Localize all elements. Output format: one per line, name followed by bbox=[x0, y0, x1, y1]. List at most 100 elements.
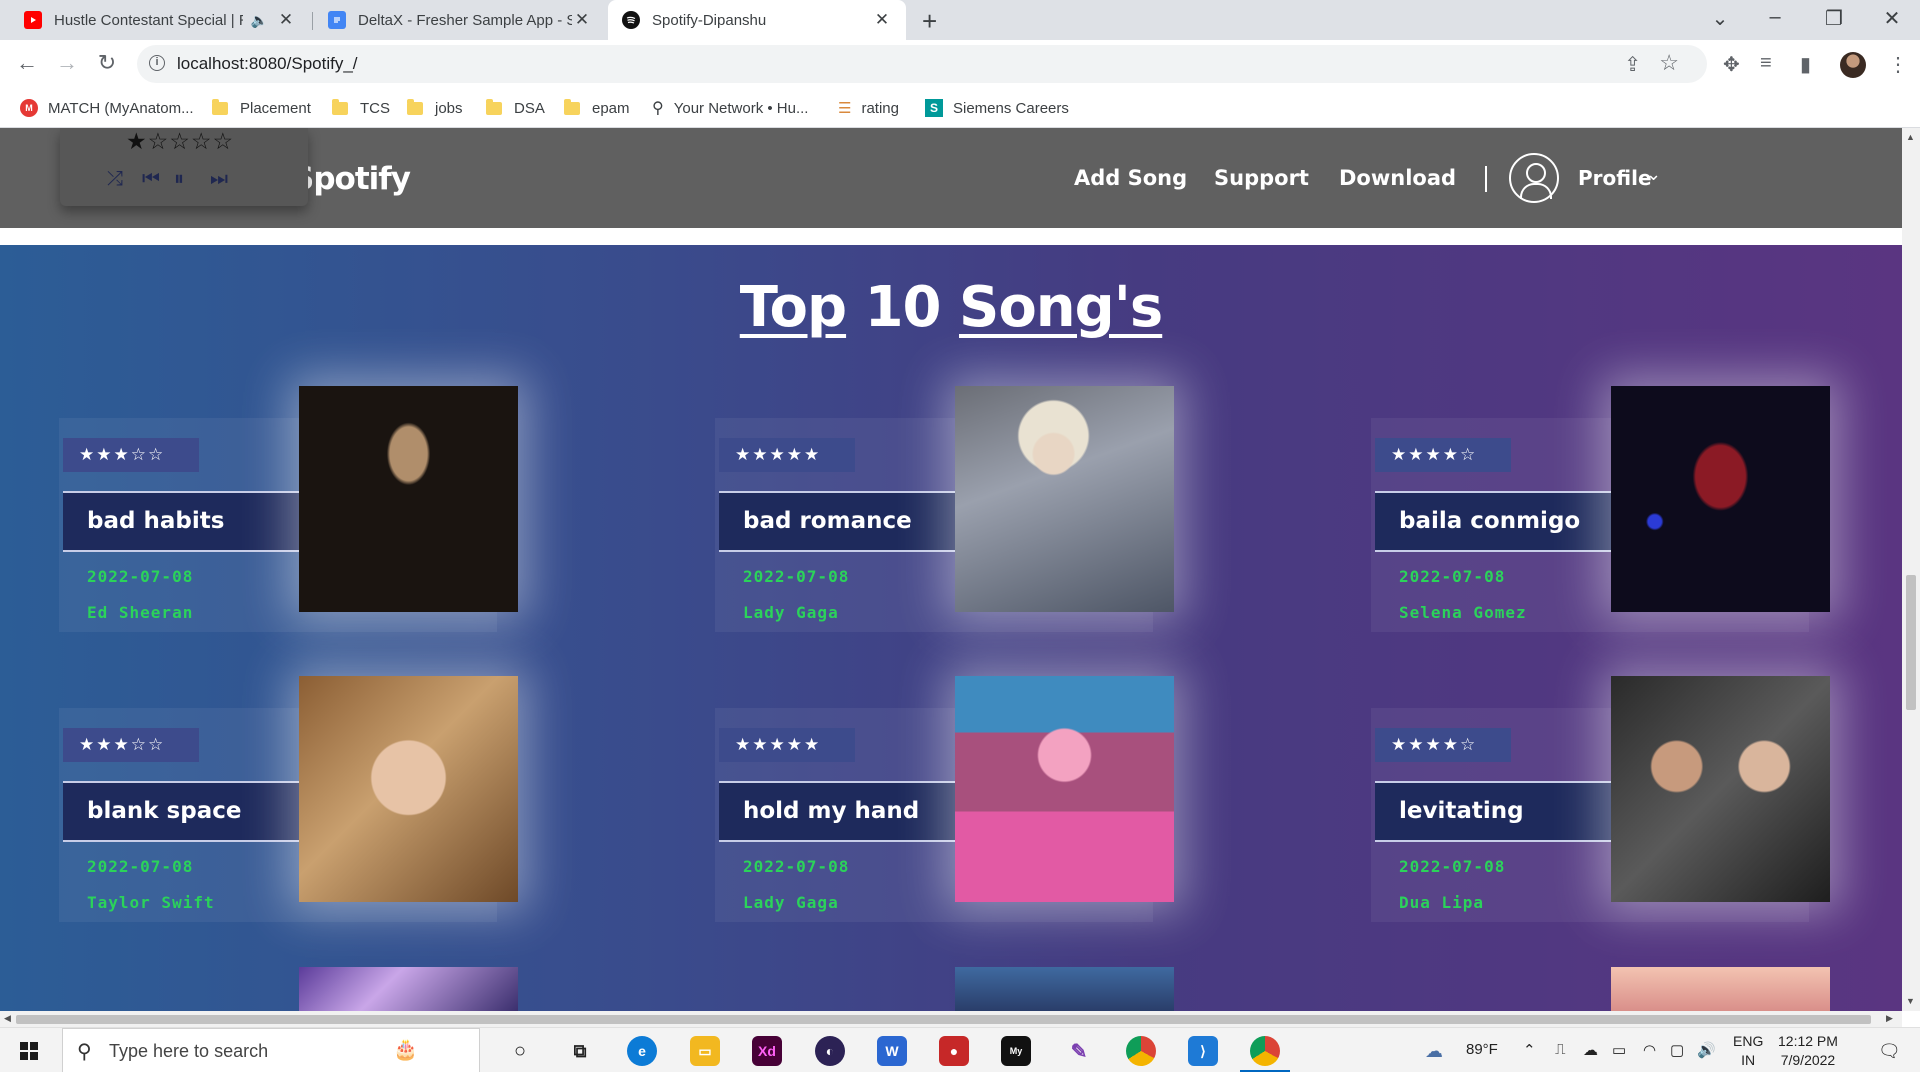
tab-search-chevron-icon[interactable]: ⌄ bbox=[1700, 6, 1740, 31]
pause-icon[interactable]: ⏸ bbox=[174, 168, 184, 191]
song-title[interactable]: bad habits bbox=[63, 491, 313, 552]
browser-account-avatar[interactable] bbox=[1840, 52, 1866, 78]
song-artist: Lady Gaga bbox=[743, 603, 839, 622]
song-card[interactable]: ★★★★★ hold my hand 2022-07-08 Lady Gaga bbox=[715, 676, 1175, 936]
vscode-icon[interactable]: ⟩ bbox=[1188, 1036, 1218, 1066]
close-icon[interactable]: ✕ bbox=[872, 10, 892, 30]
bookmark-dsa[interactable]: DSA bbox=[486, 98, 545, 118]
search-placeholder[interactable]: Type here to search bbox=[109, 1041, 268, 1062]
language-indicator[interactable]: ENG IN bbox=[1733, 1032, 1763, 1070]
minimize-button[interactable]: – bbox=[1755, 6, 1795, 29]
weather-icon[interactable]: ☁ bbox=[1425, 1041, 1443, 1062]
song-title[interactable]: levitating bbox=[1375, 781, 1625, 842]
extensions-icon[interactable]: ✥ bbox=[1723, 52, 1740, 77]
eclipse-icon[interactable]: ◐ bbox=[815, 1036, 845, 1066]
meet-icon[interactable]: ⎍ bbox=[1555, 1041, 1566, 1058]
scroll-down-icon[interactable]: ▼ bbox=[1906, 996, 1915, 1006]
nav-profile[interactable]: Profile bbox=[1578, 166, 1652, 190]
shuffle-icon[interactable]: ⤮ bbox=[107, 168, 123, 191]
vertical-scrollbar[interactable]: ▲ ▼ bbox=[1902, 128, 1920, 1011]
restore-button[interactable]: ❐ bbox=[1814, 6, 1854, 31]
word-pad-icon[interactable]: W bbox=[877, 1036, 907, 1066]
bookmark-match[interactable]: M MATCH (MyAnatom... bbox=[20, 98, 194, 118]
screen-recorder-icon[interactable]: ● bbox=[939, 1036, 969, 1066]
bookmark-star-icon[interactable]: ☆ bbox=[1659, 50, 1679, 76]
song-title[interactable]: bad romance bbox=[719, 491, 969, 552]
menu-kebab-icon[interactable]: ⋮ bbox=[1888, 52, 1908, 77]
bookmark-rating[interactable]: ☰ rating bbox=[838, 98, 899, 118]
task-view-icon[interactable]: ⧉ bbox=[565, 1036, 595, 1066]
share-icon[interactable]: ⇪ bbox=[1624, 52, 1641, 77]
previous-icon[interactable]: ⏮ bbox=[142, 168, 160, 191]
battery-icon[interactable]: ▭ bbox=[1612, 1041, 1626, 1059]
scroll-up-icon[interactable]: ▲ bbox=[1906, 132, 1915, 142]
song-rating[interactable]: ★★★☆☆ bbox=[63, 728, 199, 762]
taskbar-search[interactable]: ⚲ Type here to search 🎂 bbox=[62, 1028, 480, 1072]
player-rating[interactable]: ★☆☆☆☆ bbox=[126, 128, 234, 155]
close-window-button[interactable]: ✕ bbox=[1872, 6, 1912, 31]
site-info-icon[interactable]: i bbox=[149, 55, 165, 71]
scrollbar-thumb[interactable] bbox=[16, 1015, 1871, 1024]
nav-support[interactable]: Support bbox=[1214, 166, 1309, 190]
adobe-xd-icon[interactable]: Xd bbox=[752, 1036, 782, 1066]
song-title[interactable]: hold my hand bbox=[719, 781, 969, 842]
chrome-icon[interactable] bbox=[1126, 1036, 1156, 1066]
omnibox[interactable]: i localhost:8080/Spotify_/ ⇪ ☆ bbox=[137, 45, 1707, 83]
edge-icon[interactable]: e bbox=[627, 1036, 657, 1066]
close-icon[interactable]: ✕ bbox=[276, 10, 296, 30]
bookmark-jobs[interactable]: jobs bbox=[407, 98, 463, 118]
scroll-left-icon[interactable]: ◀ bbox=[4, 1013, 11, 1024]
scrollbar-thumb[interactable] bbox=[1906, 575, 1916, 710]
notifications-icon[interactable]: 🗨 bbox=[1878, 1041, 1901, 1062]
song-card[interactable]: ★★★☆☆ bad habits 2022-07-08 Ed Sheeran bbox=[59, 386, 519, 646]
song-card[interactable]: ★★★★☆ levitating 2022-07-08 Dua Lipa bbox=[1371, 676, 1831, 936]
url-text[interactable]: localhost:8080/Spotify_/ bbox=[177, 54, 358, 74]
close-icon[interactable]: ✕ bbox=[572, 10, 592, 30]
cortana-icon[interactable]: ○ bbox=[505, 1036, 535, 1066]
mysql-icon[interactable]: My bbox=[1001, 1036, 1031, 1066]
reload-button[interactable]: ↻ bbox=[92, 50, 122, 76]
bookmark-placement[interactable]: Placement bbox=[212, 98, 311, 118]
nav-add-song[interactable]: Add Song bbox=[1074, 166, 1187, 190]
song-rating[interactable]: ★★★☆☆ bbox=[63, 438, 199, 472]
bookmark-epam[interactable]: epam bbox=[564, 98, 630, 118]
windows-start-icon[interactable] bbox=[20, 1042, 38, 1060]
new-tab-button[interactable]: + bbox=[922, 6, 937, 37]
next-icon[interactable]: ⏭ bbox=[210, 168, 228, 191]
onedrive-icon[interactable]: ☁ bbox=[1583, 1041, 1598, 1059]
chrome-active-icon[interactable] bbox=[1250, 1036, 1280, 1066]
display-icon[interactable]: ▢ bbox=[1670, 1041, 1684, 1059]
song-rating[interactable]: ★★★★★ bbox=[719, 438, 855, 472]
wifi-icon[interactable]: ◠ bbox=[1643, 1041, 1656, 1059]
tab-deltax[interactable]: DeltaX - Fresher Sample App - Sp ✕ bbox=[314, 0, 606, 40]
file-explorer-icon[interactable]: ▭ bbox=[690, 1036, 720, 1066]
profile-avatar-icon[interactable] bbox=[1509, 153, 1559, 203]
song-title[interactable]: baila conmigo bbox=[1375, 491, 1625, 552]
nav-download[interactable]: Download bbox=[1339, 166, 1456, 190]
forward-button[interactable]: → bbox=[52, 50, 82, 76]
speaker-muted-icon[interactable]: 🔈 bbox=[251, 12, 268, 29]
scroll-right-icon[interactable]: ▶ bbox=[1886, 1013, 1893, 1024]
song-rating[interactable]: ★★★★☆ bbox=[1375, 438, 1511, 472]
weather-temp[interactable]: 89°F bbox=[1466, 1041, 1498, 1058]
tab-spotify[interactable]: Spotify-Dipanshu ✕ bbox=[608, 0, 906, 40]
side-panel-icon[interactable]: ▮ bbox=[1800, 52, 1811, 77]
volume-icon[interactable]: 🔊 bbox=[1697, 1041, 1716, 1059]
chevron-down-icon[interactable]: ⌄ bbox=[1646, 164, 1661, 185]
bookmark-siemens[interactable]: S Siemens Careers bbox=[925, 98, 1069, 118]
paint-icon[interactable]: ✎ bbox=[1064, 1036, 1094, 1066]
tray-chevron-icon[interactable]: ⌃ bbox=[1523, 1041, 1536, 1059]
horizontal-scrollbar[interactable]: ◀ ▶ bbox=[0, 1011, 1902, 1027]
song-rating[interactable]: ★★★★☆ bbox=[1375, 728, 1511, 762]
bookmark-tcs[interactable]: TCS bbox=[332, 98, 390, 118]
song-card[interactable]: ★★★★★ bad romance 2022-07-08 Lady Gaga bbox=[715, 386, 1175, 646]
bookmark-your-network[interactable]: ⚲ Your Network • Hu... bbox=[652, 98, 808, 118]
tab-hustle[interactable]: Hustle Contestant Special | R 🔈 ✕ bbox=[10, 0, 310, 40]
back-button[interactable]: ← bbox=[12, 50, 42, 76]
media-queue-icon[interactable]: ≡ bbox=[1760, 52, 1772, 75]
song-title[interactable]: blank space bbox=[63, 781, 313, 842]
system-clock[interactable]: 12:12 PM 7/9/2022 bbox=[1778, 1032, 1838, 1070]
song-card[interactable]: ★★★☆☆ blank space 2022-07-08 Taylor Swif… bbox=[59, 676, 519, 936]
song-rating[interactable]: ★★★★★ bbox=[719, 728, 855, 762]
song-card[interactable]: ★★★★☆ baila conmigo 2022-07-08 Selena Go… bbox=[1371, 386, 1831, 646]
